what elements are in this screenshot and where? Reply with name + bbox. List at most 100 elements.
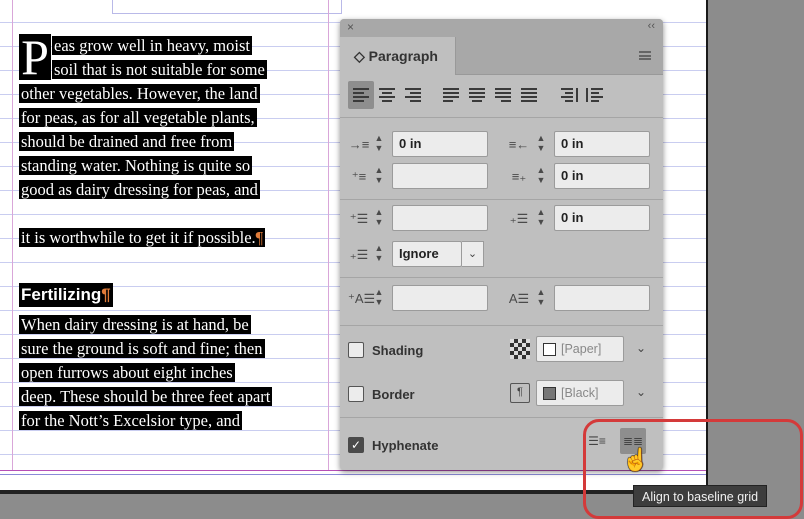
text-line[interactable]: sure the ground is soft and fine; then <box>19 337 265 361</box>
column-guide <box>328 0 329 470</box>
first-line-indent-icon: ⁺≡ <box>351 169 367 184</box>
left-indent-icon: →≡ <box>348 137 370 152</box>
paper-swatch <box>543 343 556 356</box>
align-away-from-spine-button[interactable] <box>582 81 608 109</box>
first-line-indent-stepper[interactable]: ▲ ▼ <box>372 165 386 187</box>
text-line-8-text: it is worthwhile to get it if possible. <box>21 228 256 247</box>
paragraph-panel[interactable]: × ‹‹ ◇ Paragraph →≡ ▲ ▼ 0 in ≡← ▲ ▼ 0 in… <box>340 19 663 470</box>
chevron-down-icon[interactable]: ⌄ <box>636 385 646 399</box>
close-icon[interactable]: × <box>347 20 354 34</box>
text-line[interactable]: should be drained and free from <box>19 130 235 154</box>
border-label: Border <box>372 387 415 402</box>
space-after-input[interactable]: 0 in <box>554 205 650 231</box>
panel-menu-icon[interactable] <box>639 51 651 60</box>
text-frame-edge <box>112 0 342 14</box>
collapse-icon[interactable]: ‹‹ <box>648 20 655 32</box>
space-before-input[interactable] <box>392 205 488 231</box>
drop-cap-lines-icon: ⁺A☰ <box>348 291 376 306</box>
pilcrow-mark: ¶ <box>101 285 111 304</box>
drop-cap-chars-icon: A☰ <box>508 291 530 306</box>
black-swatch <box>543 387 556 400</box>
text-line[interactable]: it is worthwhile to get it if possible.¶ <box>19 226 266 250</box>
drop-cap-chars-stepper[interactable]: ▲ ▼ <box>534 287 548 309</box>
shading-color-select[interactable]: [Paper] <box>536 336 624 362</box>
shading-checkbox[interactable] <box>348 342 364 358</box>
border-color-select[interactable]: [Black] <box>536 380 624 406</box>
drop-cap-chars-input[interactable] <box>554 285 650 311</box>
hyphenate-label: Hyphenate <box>372 438 439 453</box>
text-line[interactable]: eas grow well in heavy, moist <box>52 34 252 58</box>
text-line[interactable]: other vegetables. However, the land <box>19 82 260 106</box>
align-towards-spine-button[interactable] <box>556 81 582 109</box>
text-line[interactable]: standing water. Nothing is quite so <box>19 154 253 178</box>
text-line-2: soil that is not suitable for some <box>52 60 267 79</box>
panel-divider <box>340 117 663 118</box>
right-indent-icon: ≡← <box>508 137 530 152</box>
left-indent-input[interactable]: 0 in <box>392 131 488 157</box>
last-line-right-indent-input[interactable]: 0 in <box>554 163 650 189</box>
panel-divider <box>340 277 663 278</box>
text-line[interactable]: for the Nott’s Excelsior type, and <box>19 409 243 433</box>
align-right-button[interactable] <box>400 81 426 109</box>
space-after-stepper[interactable]: ▲ ▼ <box>534 207 548 229</box>
tab-strip <box>456 37 663 75</box>
border-checkbox[interactable] <box>348 386 364 402</box>
text-line-8: it is worthwhile to get it if possible.¶ <box>19 228 266 247</box>
pilcrow-mark: ¶ <box>255 228 264 247</box>
text-line-9: When dairy dressing is at hand, be <box>19 315 251 334</box>
paragraph-border-icon[interactable]: ¶ <box>510 383 530 403</box>
grid-align-select[interactable]: Ignore <box>392 241 462 267</box>
justify-all-button[interactable] <box>516 81 542 109</box>
text-line-5: should be drained and free from <box>19 132 235 151</box>
align-center-button[interactable] <box>374 81 400 109</box>
text-line[interactable]: open furrows about eight inches <box>19 361 235 385</box>
space-before-stepper[interactable]: ▲ ▼ <box>372 207 386 229</box>
justify-right-button[interactable] <box>490 81 516 109</box>
hand-pointer-icon: ☝ <box>622 447 650 472</box>
tab-paragraph-label: ◇ Paragraph <box>354 48 438 65</box>
space-before-icon: ⁺☰ <box>349 211 369 226</box>
tab-title: Paragraph <box>368 48 438 64</box>
right-indent-input[interactable]: 0 in <box>554 131 650 157</box>
text-line-11: open furrows about eight inches <box>19 363 235 382</box>
right-indent-stepper[interactable]: ▲ ▼ <box>534 133 548 155</box>
left-indent-stepper[interactable]: ▲ ▼ <box>372 133 386 155</box>
tab-paragraph[interactable]: ◇ Paragraph <box>340 37 456 75</box>
chevron-down-icon[interactable]: ⌄ <box>462 241 484 267</box>
text-line-4: for peas, as for all vegetable plants, <box>19 108 257 127</box>
shading-tint-icon[interactable] <box>510 339 530 359</box>
text-line-3: other vegetables. However, the land <box>19 84 260 103</box>
justify-left-button[interactable] <box>438 81 464 109</box>
drop-cap[interactable]: P <box>19 32 51 82</box>
first-line-indent-input[interactable] <box>392 163 488 189</box>
justify-center-button[interactable] <box>464 81 490 109</box>
shading-label: Shading <box>372 343 424 358</box>
text-line[interactable]: for peas, as for all vegetable plants, <box>19 106 257 130</box>
chevron-down-icon[interactable]: ⌄ <box>636 341 646 355</box>
tooltip: Align to baseline grid <box>633 485 768 507</box>
hyphenate-checkbox[interactable]: ✓ <box>348 437 364 453</box>
border-swatch-label: [Black] <box>561 386 599 400</box>
section-heading-text: Fertilizing <box>21 285 102 304</box>
left-margin-guide <box>12 0 13 470</box>
text-line[interactable]: When dairy dressing is at hand, be <box>19 313 251 337</box>
text-line[interactable]: deep. These should be three feet apart <box>19 385 273 409</box>
drop-cap-lines-input[interactable] <box>392 285 488 311</box>
text-line-7: good as dairy dressing for peas, and <box>19 180 260 199</box>
section-heading[interactable]: Fertilizing¶ <box>19 283 113 307</box>
text-line[interactable]: good as dairy dressing for peas, and <box>19 178 260 202</box>
text-line[interactable]: soil that is not suitable for some <box>52 58 267 82</box>
last-line-right-indent-icon: ≡₊ <box>511 169 527 184</box>
tab-chevron-icon: ◇ <box>354 48 365 64</box>
last-line-right-indent-stepper[interactable]: ▲ ▼ <box>534 165 548 187</box>
align-left-button[interactable] <box>348 81 374 109</box>
panel-divider <box>340 417 663 418</box>
grid-align-stepper[interactable]: ▲ ▼ <box>372 243 386 265</box>
shading-swatch-label: [Paper] <box>561 342 602 356</box>
text-line-6: standing water. Nothing is quite so <box>19 156 253 175</box>
panel-divider <box>340 199 663 200</box>
text-line-12: deep. These should be three feet apart <box>19 387 273 406</box>
panel-title-bar[interactable]: × ‹‹ <box>340 19 663 37</box>
drop-cap-lines-stepper[interactable]: ▲ ▼ <box>372 287 386 309</box>
grid-align-icon: ₊☰ <box>349 247 369 262</box>
